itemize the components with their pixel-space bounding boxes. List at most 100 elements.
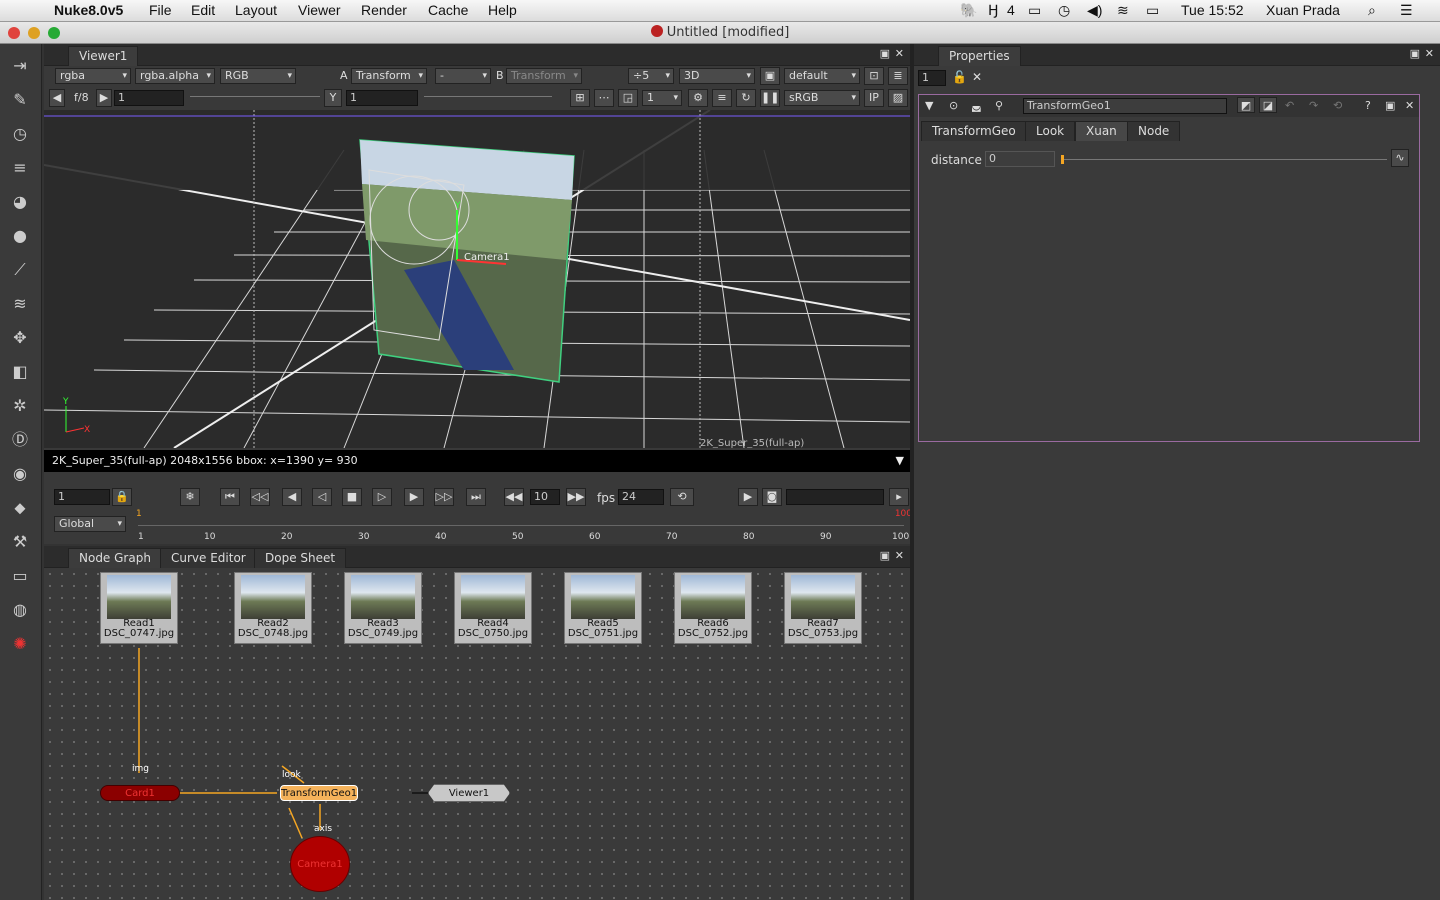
read-node-7[interactable]: Read7 DSC_0753.jpg xyxy=(784,572,862,644)
node-color-icon[interactable]: ⚲ xyxy=(995,99,1003,112)
camera-node[interactable]: Camera1 xyxy=(290,836,350,892)
node-help-icon[interactable]: ◛ xyxy=(971,99,982,112)
animation-menu-icon[interactable]: ∿ xyxy=(1391,149,1409,167)
read-node-5[interactable]: Read5 DSC_0751.jpg xyxy=(564,572,642,644)
tab-viewer1[interactable]: Viewer1 xyxy=(68,46,139,66)
stop-icon[interactable]: ■ xyxy=(342,488,362,506)
current-frame-field[interactable]: 1 xyxy=(54,489,110,505)
deep-tool-icon[interactable]: Ⓓ xyxy=(8,428,32,452)
skip-back-icon[interactable]: ◀◀ xyxy=(504,488,524,506)
menu-edit[interactable]: Edit xyxy=(191,2,215,18)
close-node-icon[interactable]: ✕ xyxy=(1405,99,1414,112)
gamma-slider[interactable] xyxy=(424,96,552,97)
slider-handle[interactable] xyxy=(1061,155,1064,164)
transformgeo-node[interactable]: TransformGeo1 xyxy=(280,785,358,801)
lock-properties-icon[interactable]: 🔓 xyxy=(952,70,967,84)
read-node-1[interactable]: Read1 DSC_0747.jpg xyxy=(100,572,178,644)
fps-field[interactable]: 24 xyxy=(618,489,664,505)
last-frame-icon[interactable]: ⏭ xyxy=(466,488,486,506)
prev-frame-icon[interactable]: ◀ xyxy=(282,488,302,506)
float-properties-icon[interactable]: ▣ xyxy=(1410,47,1420,60)
timeline-ruler[interactable]: 1 100 1 10 20 30 40 50 60 70 80 90 100 xyxy=(136,509,912,544)
views-tool-icon[interactable]: ◉ xyxy=(8,462,32,486)
info-expand-icon[interactable]: ▼ xyxy=(896,450,904,472)
tab-node[interactable]: Node xyxy=(1127,121,1181,141)
menu-viewer[interactable]: Viewer xyxy=(298,2,341,18)
playback-range-field[interactable] xyxy=(786,489,884,505)
proxy-icon[interactable]: ◲ xyxy=(618,89,638,107)
minimize-window-button[interactable] xyxy=(28,27,40,39)
capture-icon[interactable]: ◙ xyxy=(762,488,782,506)
max-panels-field[interactable]: 1 xyxy=(918,70,946,86)
float-panel-icon[interactable]: ▣ xyxy=(880,47,890,60)
zoom-window-button[interactable] xyxy=(48,27,60,39)
prev-keyframe-icon[interactable]: ◁◁ xyxy=(250,488,270,506)
tab-xuan[interactable]: Xuan xyxy=(1075,121,1128,141)
camera-lock-icon[interactable]: ▣ xyxy=(760,67,780,85)
close-node-graph-icon[interactable]: ✕ xyxy=(895,549,904,562)
float-node-icon[interactable]: ▣ xyxy=(1385,99,1395,112)
a-input-dropdown[interactable]: Transform xyxy=(351,68,427,84)
hide-icon[interactable]: ⊙ xyxy=(949,99,958,112)
tile-color-icon[interactable]: ◩ xyxy=(1237,97,1255,113)
next-frame-icon[interactable]: ▶ xyxy=(404,488,424,506)
fstop-value[interactable]: f/8 xyxy=(74,91,89,104)
evernote-icon[interactable]: 🐘 xyxy=(960,2,977,19)
user-name[interactable]: Xuan Prada xyxy=(1266,2,1340,18)
overlay-toggle-icon[interactable]: ▨ xyxy=(888,89,908,107)
buffer-icon[interactable]: ≡ xyxy=(712,89,732,107)
freeze-icon[interactable]: ❄ xyxy=(180,488,200,506)
downrez-dropdown[interactable]: ÷5 xyxy=(628,68,674,84)
lut-dropdown[interactable]: default xyxy=(784,68,860,84)
keyer-tool-icon[interactable]: ⟋ xyxy=(8,258,32,282)
read-node-6[interactable]: Read6 DSC_0752.jpg xyxy=(674,572,752,644)
furnace-tool-icon[interactable]: ◍ xyxy=(8,598,32,622)
notification-icon[interactable]: ☰ xyxy=(1400,2,1413,19)
spotlight-icon[interactable]: ⌕ xyxy=(1368,2,1376,19)
tab-node-graph[interactable]: Node Graph xyxy=(68,548,162,568)
tab-transformgeo[interactable]: TransformGeo xyxy=(921,121,1027,141)
merge-tool-icon[interactable]: ≋ xyxy=(8,292,32,316)
wipe-op-dropdown[interactable]: - xyxy=(435,68,491,84)
3d-tool-icon[interactable]: ◧ xyxy=(8,360,32,384)
range-mode-dropdown[interactable]: Global xyxy=(54,516,126,532)
start-marker[interactable]: 1 xyxy=(136,509,142,519)
font-color-icon[interactable]: ◪ xyxy=(1259,97,1277,113)
toolsets-tool-icon[interactable]: ⚒ xyxy=(8,530,32,554)
clipping-icon[interactable]: ⚙ xyxy=(688,89,708,107)
float-node-graph-icon[interactable]: ▣ xyxy=(880,549,890,562)
volume-icon[interactable]: ◀) xyxy=(1087,2,1102,19)
increment-field[interactable]: 10 xyxy=(530,489,560,505)
gain-field[interactable]: 1 xyxy=(114,90,184,106)
time-tool-icon[interactable]: ◷ xyxy=(8,122,32,146)
battery-monitor-icon[interactable]: ▭ xyxy=(1028,2,1041,19)
channel-tool-icon[interactable]: ≡ xyxy=(8,156,32,180)
distance-field[interactable]: 0 xyxy=(985,151,1055,167)
fstop-prev-icon[interactable]: ◀ xyxy=(49,89,65,107)
menu-render[interactable]: Render xyxy=(361,2,407,18)
next-keyframe-icon[interactable]: ▷▷ xyxy=(434,488,454,506)
undo-icon[interactable]: ↶ xyxy=(1285,99,1294,112)
node-name-field[interactable]: TransformGeo1 xyxy=(1023,98,1227,114)
tab-look[interactable]: Look xyxy=(1025,121,1076,141)
draw-tool-icon[interactable]: ✎ xyxy=(8,88,32,112)
viewer-viewport[interactable]: Y Camera1 Y X 2K_Super_35(full-ap) xyxy=(44,110,910,448)
play-backward-icon[interactable]: ◁ xyxy=(312,488,332,506)
display-channels-dropdown[interactable]: RGB xyxy=(220,68,296,84)
redo-icon[interactable]: ↷ xyxy=(1309,99,1318,112)
tab-curve-editor[interactable]: Curve Editor xyxy=(160,548,257,568)
first-frame-icon[interactable]: ⏮ xyxy=(220,488,240,506)
read-node-4[interactable]: Read4 DSC_0750.jpg xyxy=(454,572,532,644)
settings-icon[interactable]: ≣ xyxy=(888,67,908,85)
read-node-3[interactable]: Read3 DSC_0749.jpg xyxy=(344,572,422,644)
menu-cache[interactable]: Cache xyxy=(428,2,468,18)
filter-tool-icon[interactable]: ● xyxy=(8,224,32,248)
battery-icon[interactable]: ▭ xyxy=(1146,2,1159,19)
view-mode-dropdown[interactable]: 3D xyxy=(679,68,755,84)
lock-icon[interactable]: 🔒 xyxy=(112,488,132,506)
clock[interactable]: Tue 15:52 xyxy=(1181,2,1244,18)
collapse-icon[interactable]: ▼ xyxy=(925,99,933,112)
channels-dropdown[interactable]: rgba xyxy=(55,68,131,84)
guides-icon[interactable]: ⋯ xyxy=(594,89,614,107)
node-graph-canvas[interactable]: Read1 DSC_0747.jpg Read2 DSC_0748.jpg Read… xyxy=(44,568,910,900)
